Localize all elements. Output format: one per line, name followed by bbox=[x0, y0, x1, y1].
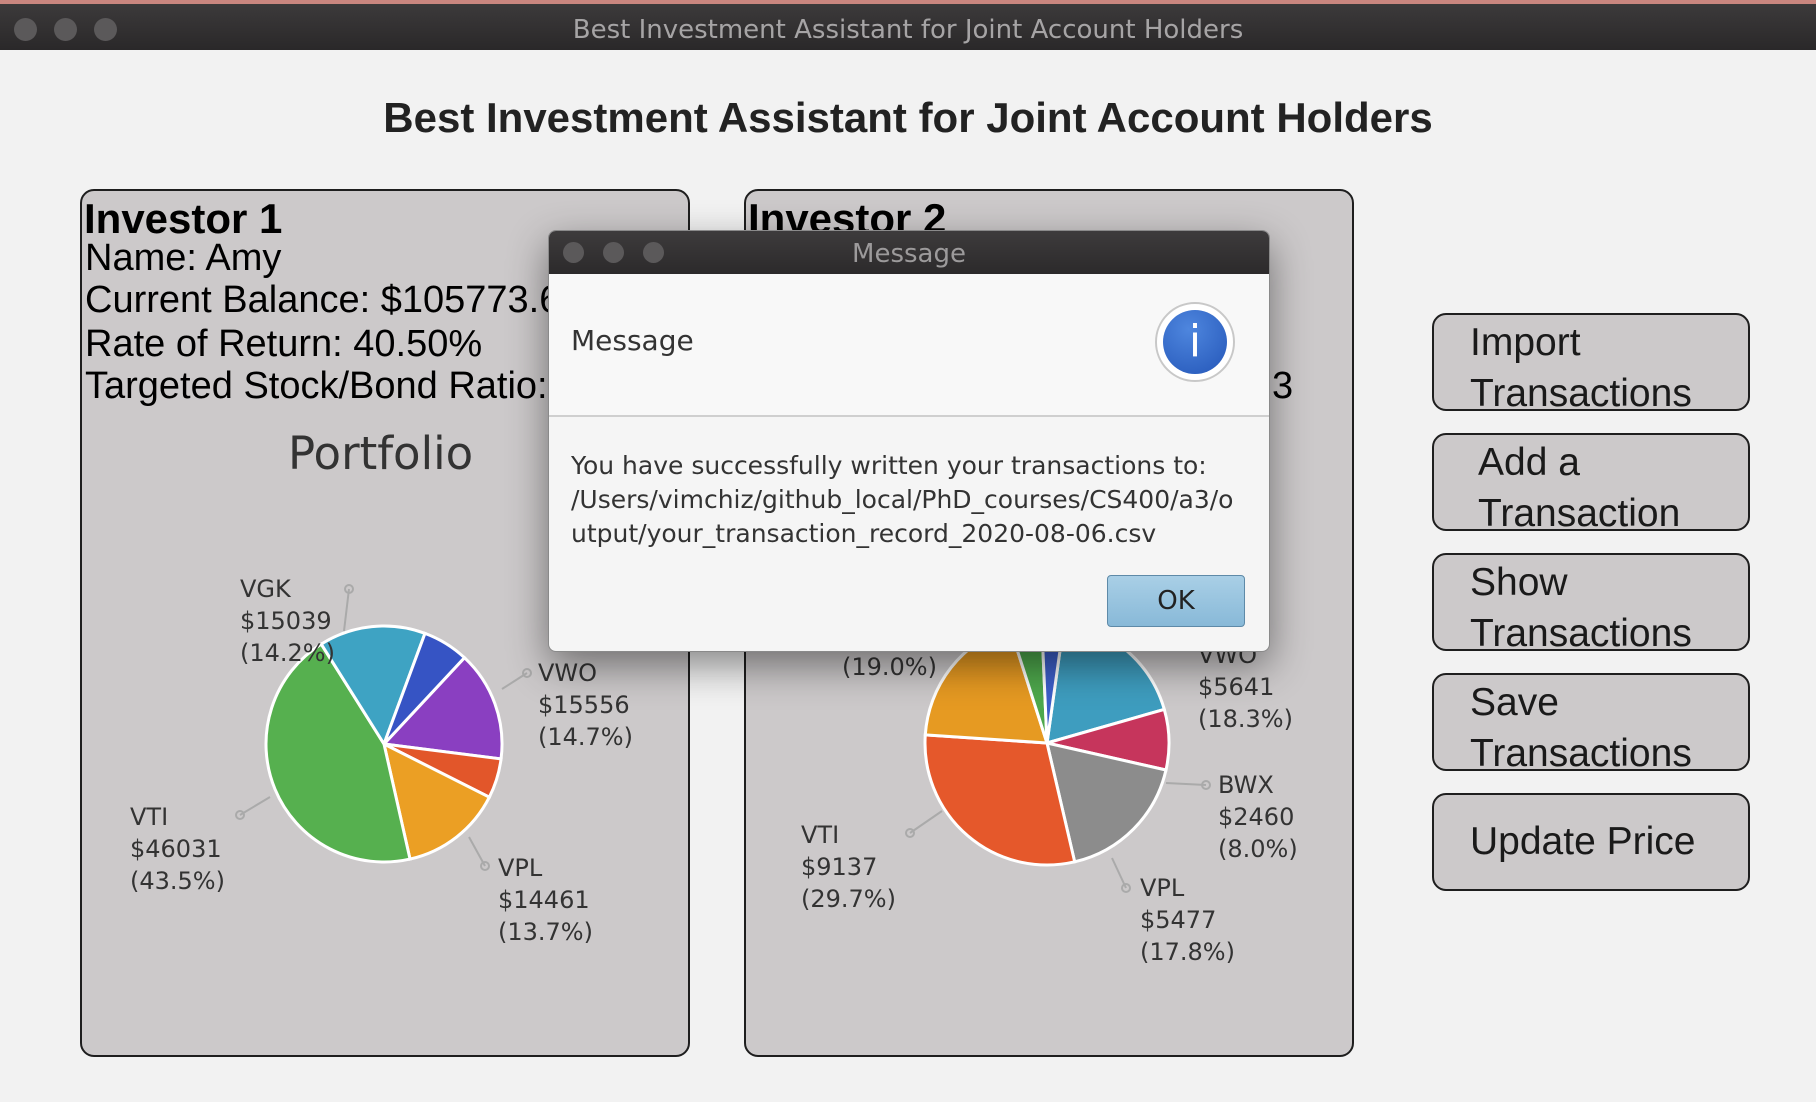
save-transactions-button[interactable]: Save Transactions bbox=[1432, 673, 1750, 771]
pie-label-text: VWO bbox=[538, 659, 597, 687]
pie-label-text: VTI bbox=[801, 821, 839, 849]
pie-label-text: $9137 bbox=[801, 853, 877, 881]
pie-label-text: (18.3%) bbox=[1198, 705, 1293, 733]
button-label-line: Transaction bbox=[1478, 492, 1681, 531]
pie-label-text: (13.7%) bbox=[498, 918, 593, 946]
app-title: Best Investment Assistant for Joint Acco… bbox=[383, 94, 1433, 141]
pie-label-text: (14.2%) bbox=[240, 639, 335, 667]
pie-label-partial: (19.0%) bbox=[842, 653, 937, 681]
pie-label-vwo: VWO $5641 (18.3%) bbox=[1198, 641, 1293, 733]
pie-label-text: (29.7%) bbox=[801, 885, 896, 913]
update-price-button[interactable]: Update Price bbox=[1432, 793, 1750, 891]
pie-label-text: BWX bbox=[1218, 771, 1274, 799]
pie-label-text: $46031 bbox=[130, 835, 222, 863]
button-label-line: Transactions bbox=[1470, 372, 1692, 411]
info-icon: i bbox=[1155, 302, 1235, 382]
pie-label-text: (14.7%) bbox=[538, 723, 633, 751]
message-dialog: Message Message i You have successfully … bbox=[548, 230, 1270, 652]
pie-label-text: $15556 bbox=[538, 691, 630, 719]
pie-label-text: VPL bbox=[1140, 874, 1185, 902]
pie-label-vti: VTI $46031 (43.5%) bbox=[130, 796, 271, 895]
add-transaction-button[interactable]: Add a Transaction bbox=[1432, 433, 1750, 531]
dialog-message-line: /Users/vimchiz/github_local/PhD_courses/… bbox=[571, 485, 1234, 514]
pie-label-text: $2460 bbox=[1218, 803, 1294, 831]
window-title: Best Investment Assistant for Joint Acco… bbox=[572, 15, 1244, 45]
button-label-line: Show bbox=[1470, 561, 1568, 604]
dialog-titlebar: Message bbox=[549, 231, 1269, 274]
pie-label-vwo: VWO $15556 (14.7%) bbox=[501, 659, 633, 751]
pie-label-text: $5641 bbox=[1198, 673, 1274, 701]
pie-label-text: (19.0%) bbox=[842, 653, 937, 681]
button-label-line: Save bbox=[1470, 681, 1559, 724]
button-label-line: Add a bbox=[1478, 441, 1580, 484]
dialog-title: Message bbox=[852, 239, 966, 269]
dialog-message-line: You have successfully written your trans… bbox=[571, 451, 1207, 480]
ok-button[interactable]: OK bbox=[1107, 575, 1245, 627]
dialog-message-line: utput/your_transaction_record_2020-08-06… bbox=[571, 519, 1157, 548]
dialog-header: Message i bbox=[549, 274, 1269, 417]
import-transactions-button[interactable]: Import Transactions bbox=[1432, 313, 1750, 411]
pie-label-text: $15039 bbox=[240, 607, 332, 635]
pie-label-text: VGK bbox=[240, 575, 292, 603]
pie-label-text: $5477 bbox=[1140, 906, 1216, 934]
button-label-line: Transactions bbox=[1470, 732, 1692, 771]
pie-label-text: $14461 bbox=[498, 886, 590, 914]
pie-label-bwx: BWX $2460 (8.0%) bbox=[1165, 771, 1298, 863]
pie-label-text: VPL bbox=[498, 854, 543, 882]
pie-label-text: (8.0%) bbox=[1218, 835, 1298, 863]
dialog-header-text: Message bbox=[571, 324, 694, 357]
button-label: Update Price bbox=[1470, 820, 1696, 863]
pie-label-vpl: VPL $14461 (13.7%) bbox=[468, 836, 593, 946]
window-titlebar: Best Investment Assistant for Joint Acco… bbox=[0, 0, 1816, 50]
button-label-line: Import bbox=[1470, 321, 1581, 364]
button-label-line: Transactions bbox=[1470, 612, 1692, 651]
pie-label-vpl: VPL $5477 (17.8%) bbox=[1111, 857, 1235, 966]
pie-label-text: VTI bbox=[130, 803, 168, 831]
show-transactions-button[interactable]: Show Transactions bbox=[1432, 553, 1750, 651]
pie-label-vti: VTI $9137 (29.7%) bbox=[801, 810, 943, 913]
pie-label-text: (43.5%) bbox=[130, 867, 225, 895]
dialog-message: You have successfully written your trans… bbox=[571, 449, 1233, 551]
pie-label-text: (17.8%) bbox=[1140, 938, 1235, 966]
